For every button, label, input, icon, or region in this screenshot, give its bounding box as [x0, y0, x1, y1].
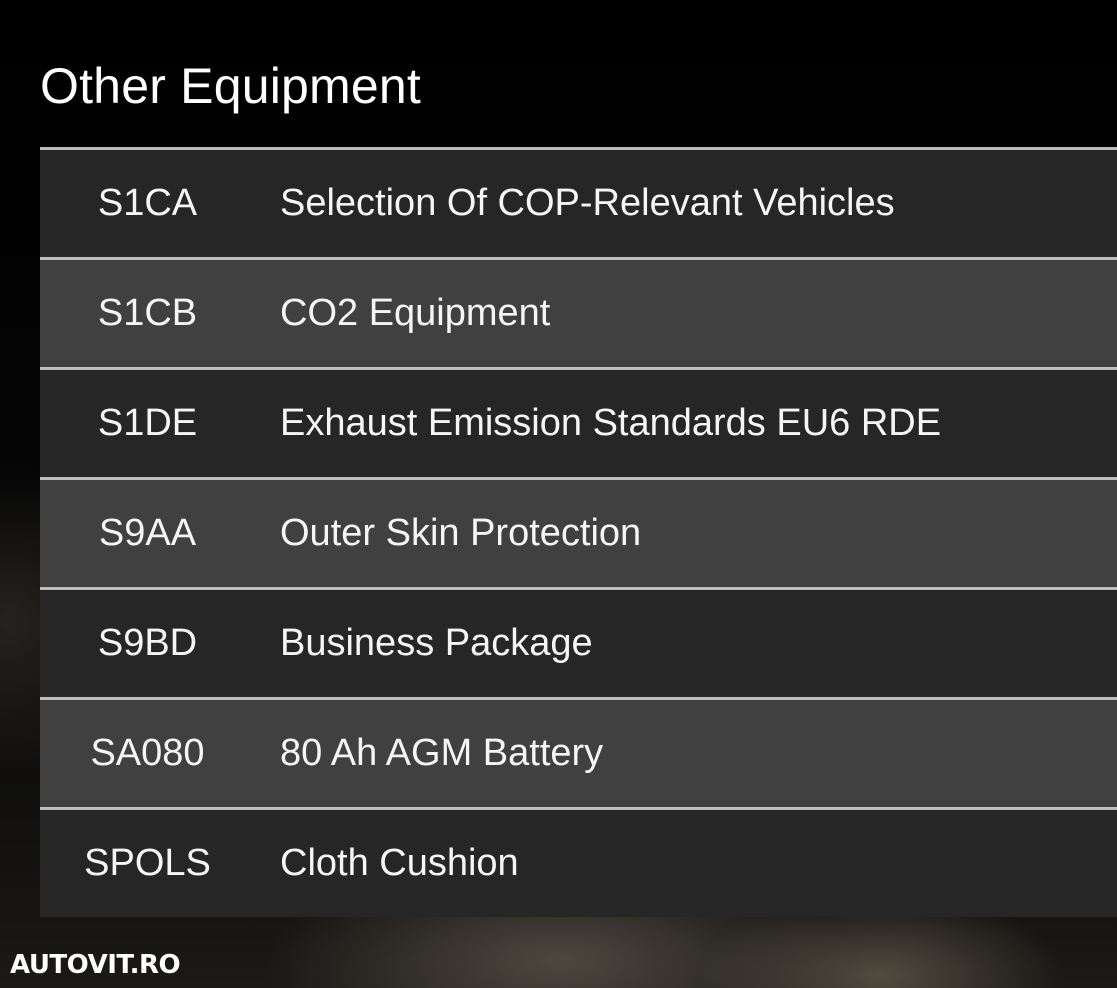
equipment-code: S9BD: [97, 622, 198, 664]
equipment-description: 80 Ah AGM Battery: [280, 732, 604, 774]
equipment-description: Exhaust Emission Standards EU6 RDE: [280, 402, 942, 444]
autovit-watermark-logo: AUTOVIT.RO: [10, 950, 181, 980]
equipment-code: SPOLS: [84, 842, 211, 884]
table-row: S1CB CO2 Equipment: [40, 257, 1117, 367]
equipment-table: S1CA Selection Of COP-Relevant Vehicles …: [40, 147, 1117, 917]
table-row: SA080 80 Ah AGM Battery: [40, 697, 1117, 807]
equipment-code: S1CA: [97, 182, 198, 224]
table-row: S1CA Selection Of COP-Relevant Vehicles: [40, 147, 1117, 257]
equipment-code: S9AA: [98, 512, 197, 554]
table-row: S9AA Outer Skin Protection: [40, 477, 1117, 587]
equipment-code: S1CB: [97, 292, 198, 334]
equipment-code: S1DE: [97, 402, 198, 444]
equipment-description: Cloth Cushion: [280, 842, 519, 884]
equipment-description: Business Package: [280, 622, 593, 664]
equipment-description: CO2 Equipment: [280, 292, 551, 334]
table-row: S9BD Business Package: [40, 587, 1117, 697]
equipment-code: SA080: [90, 732, 205, 774]
table-row: S1DE Exhaust Emission Standards EU6 RDE: [40, 367, 1117, 477]
section-title: Other Equipment: [40, 58, 421, 114]
equipment-description: Outer Skin Protection: [280, 512, 642, 554]
table-row: SPOLS Cloth Cushion: [40, 807, 1117, 917]
equipment-description: Selection Of COP-Relevant Vehicles: [280, 182, 895, 224]
